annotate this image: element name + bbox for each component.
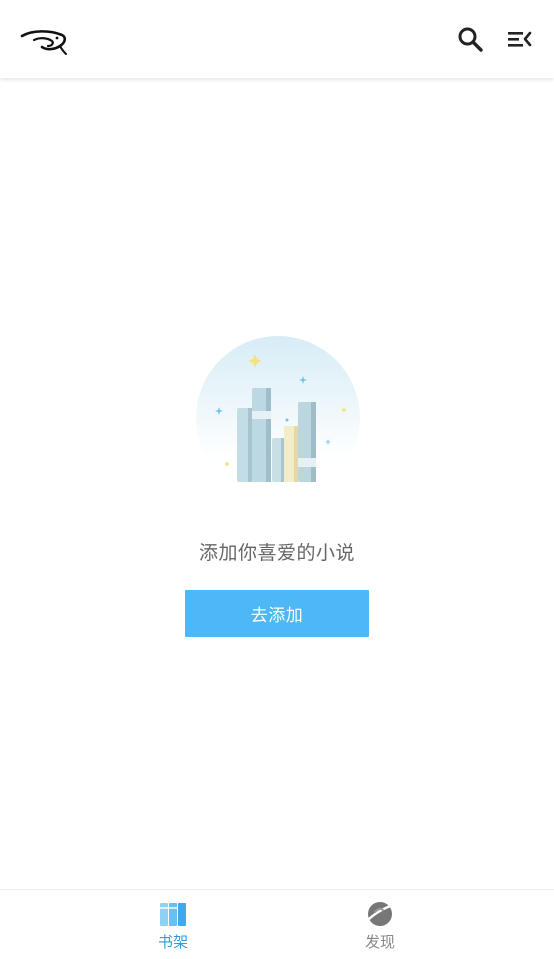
books-illustration: [195, 336, 361, 500]
tab-discover-label: 发现: [364, 933, 395, 951]
bookshelf-icon: [159, 900, 187, 928]
app-root: 添加你喜爱的小说 去添加 书架 发现: [0, 0, 554, 959]
tab-discover[interactable]: 发现: [242, 890, 518, 959]
top-bar: [0, 0, 554, 78]
empty-message: 添加你喜爱的小说: [198, 542, 355, 564]
planet-icon: [366, 900, 395, 928]
menu-collapse-icon: [506, 27, 532, 55]
add-novel-button[interactable]: 去添加: [185, 590, 369, 637]
menu-button[interactable]: [505, 27, 533, 55]
search-icon: [457, 26, 483, 56]
empty-bookshelf: 添加你喜爱的小说 去添加: [0, 78, 554, 890]
search-button[interactable]: [456, 27, 484, 55]
bottom-nav: 书架 发现: [0, 889, 554, 959]
bird-logo-icon: [20, 26, 68, 58]
